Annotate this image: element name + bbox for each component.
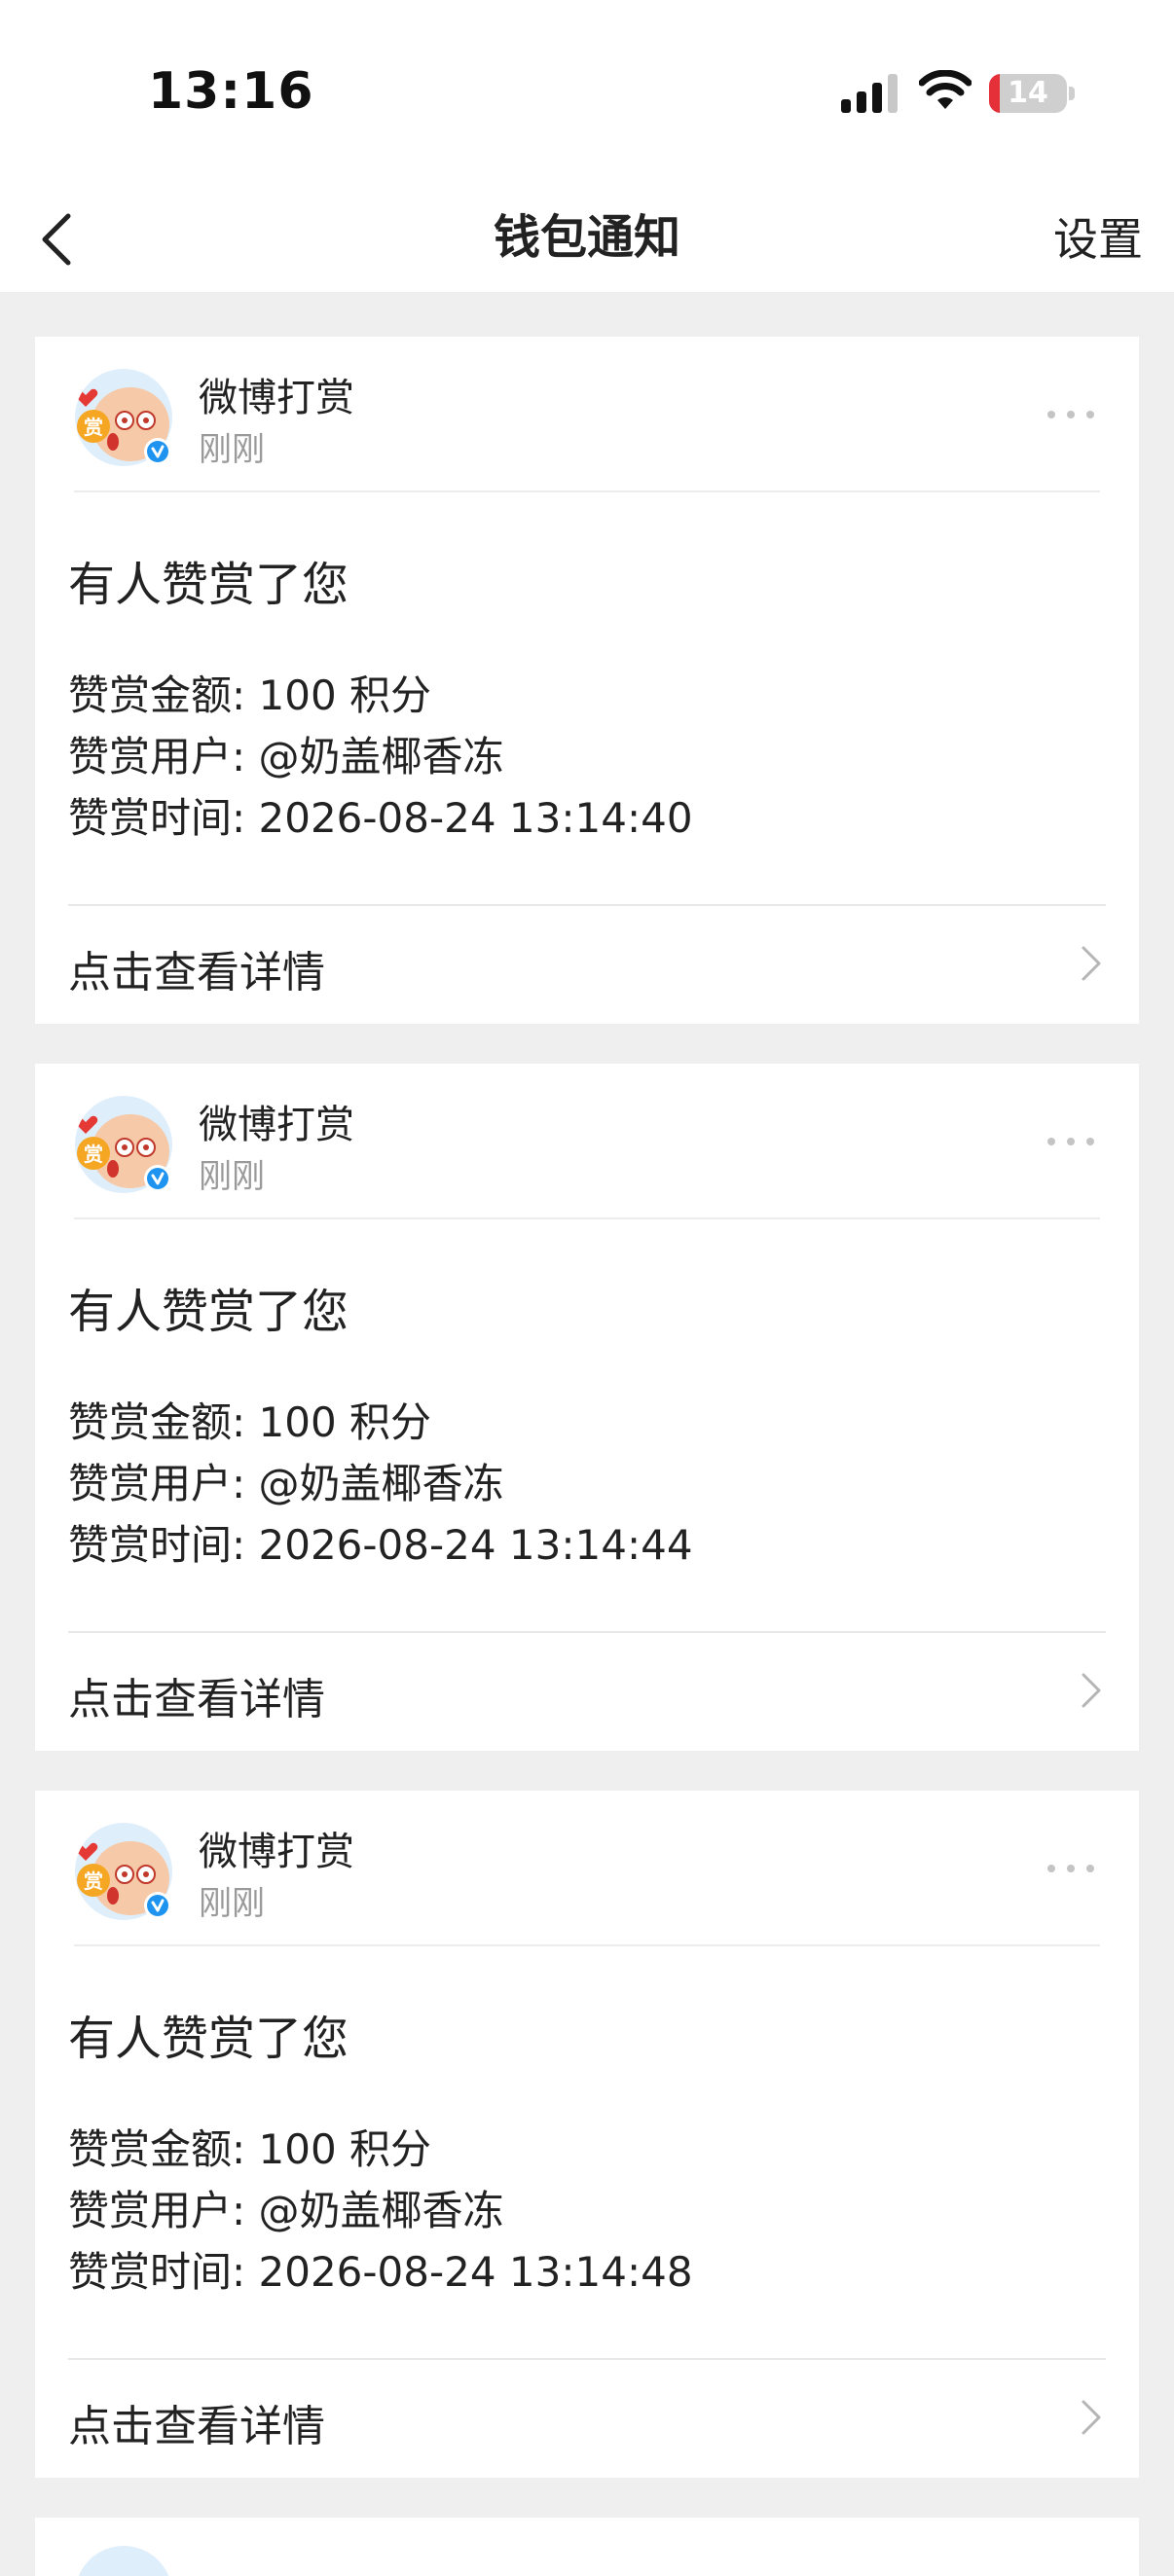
nav-bar: 钱包通知 设置 — [0, 185, 1174, 292]
cellular-signal-icon — [841, 74, 898, 113]
divider — [74, 1217, 1100, 1219]
view-details-label: 点击查看详情 — [68, 948, 325, 998]
view-details-button[interactable]: 点击查看详情 — [35, 906, 1139, 1024]
settings-button[interactable]: 设置 — [1053, 204, 1143, 269]
more-options-icon[interactable] — [1042, 1849, 1100, 1888]
post-time: 刚刚 — [199, 1157, 265, 1196]
sender-avatar[interactable] — [72, 2543, 175, 2576]
notification-card-partial — [35, 2518, 1139, 2576]
sender-avatar[interactable]: 赏 — [72, 366, 175, 469]
reward-amount: 赞赏金额: 100 积分 — [68, 671, 432, 719]
sender-name[interactable]: 微博打赏 — [199, 366, 354, 422]
status-bar: 13:16 14 — [0, 0, 1174, 185]
view-details-label: 点击查看详情 — [68, 1675, 325, 1724]
notification-card: 赏 微博打赏 刚刚 有人赞赏了您 赞赏金额: 100 积分 赞赏用户: @奶盖椰… — [35, 1064, 1139, 1751]
reward-time: 赞赏时间: 2026-08-24 13:14:48 — [68, 2248, 693, 2296]
battery-icon: 14 — [989, 74, 1067, 113]
reward-user: 赞赏用户: @奶盖椰香冻 — [68, 733, 504, 780]
view-details-label: 点击查看详情 — [68, 2402, 325, 2451]
notification-title: 有人赞赏了您 — [68, 558, 349, 612]
sender-avatar[interactable]: 赏 — [72, 1093, 175, 1196]
chevron-right-icon — [1082, 946, 1101, 981]
card-header: 赏 微博打赏 刚刚 — [35, 1791, 1139, 1946]
post-time: 刚刚 — [199, 430, 265, 469]
svg-text:赏: 赏 — [84, 1869, 103, 1893]
reward-user: 赞赏用户: @奶盖椰香冻 — [68, 1460, 504, 1507]
svg-text:赏: 赏 — [84, 1143, 103, 1166]
divider — [74, 1944, 1100, 1946]
reward-amount: 赞赏金额: 100 积分 — [68, 1398, 432, 1446]
reward-time: 赞赏时间: 2026-08-24 13:14:44 — [68, 1521, 693, 1569]
chevron-right-icon — [1082, 1673, 1101, 1708]
reward-amount: 赞赏金额: 100 积分 — [68, 2125, 432, 2173]
status-time: 13:16 — [148, 62, 314, 121]
sender-avatar[interactable]: 赏 — [72, 1820, 175, 1923]
notification-title: 有人赞赏了您 — [68, 1285, 349, 1339]
notification-feed[interactable]: 赏 微博打赏 刚刚 有人赞赏了您 赞赏金额: 100 积分 赞赏用户: @奶盖椰… — [35, 337, 1139, 2576]
more-options-icon[interactable] — [1042, 395, 1100, 434]
more-options-icon[interactable] — [1042, 1122, 1100, 1161]
view-details-button[interactable]: 点击查看详情 — [35, 2360, 1139, 2478]
battery-tip — [1069, 87, 1075, 100]
reward-user: 赞赏用户: @奶盖椰香冻 — [68, 2187, 504, 2234]
notification-title: 有人赞赏了您 — [68, 2012, 349, 2066]
notification-card: 赏 微博打赏 刚刚 有人赞赏了您 赞赏金额: 100 积分 赞赏用户: @奶盖椰… — [35, 1791, 1139, 2478]
card-header: 赏 微博打赏 刚刚 — [35, 337, 1139, 492]
page-title: 钱包通知 — [493, 210, 680, 265]
notification-card: 赏 微博打赏 刚刚 有人赞赏了您 赞赏金额: 100 积分 赞赏用户: @奶盖椰… — [35, 337, 1139, 1024]
svg-text:赏: 赏 — [84, 416, 103, 439]
chevron-right-icon — [1082, 2400, 1101, 2435]
divider — [74, 490, 1100, 492]
card-header: 赏 微博打赏 刚刚 — [35, 1064, 1139, 1219]
sender-name[interactable]: 微博打赏 — [199, 1093, 354, 1149]
sender-name[interactable]: 微博打赏 — [199, 1820, 354, 1876]
reward-time: 赞赏时间: 2026-08-24 13:14:40 — [68, 794, 693, 842]
wifi-icon — [919, 70, 972, 109]
view-details-button[interactable]: 点击查看详情 — [35, 1633, 1139, 1751]
post-time: 刚刚 — [199, 1884, 265, 1923]
battery-level-text: 14 — [1008, 76, 1048, 110]
